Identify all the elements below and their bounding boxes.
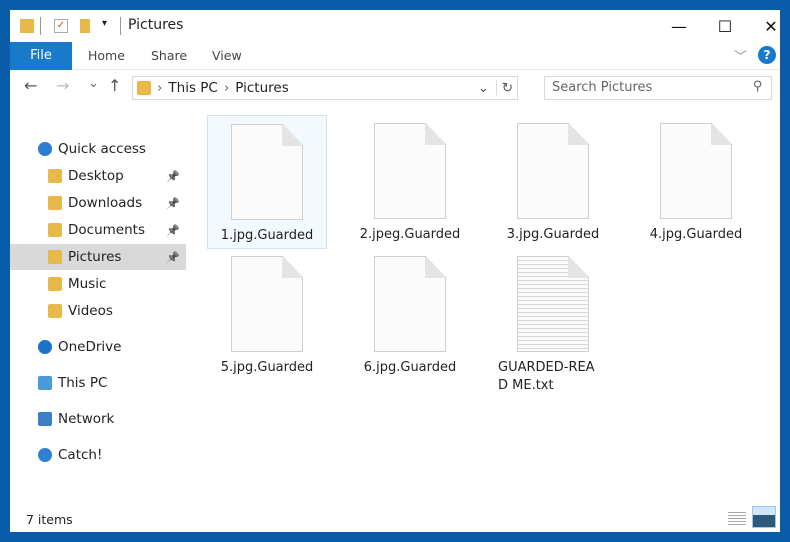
tab-share[interactable]: Share	[137, 42, 201, 70]
sidebar-item-videos[interactable]: Videos	[10, 298, 186, 324]
search-input[interactable]: Search Pictures ⚲	[544, 76, 772, 100]
computer-icon	[38, 376, 52, 390]
file-item[interactable]: 6.jpg.Guarded	[350, 248, 470, 382]
sidebar-item-pictures[interactable]: Pictures 📌	[10, 244, 186, 270]
sidebar-item-onedrive[interactable]: OneDrive	[10, 334, 186, 360]
pin-icon[interactable]: 📌	[166, 224, 180, 237]
sidebar-item-label: Documents	[68, 222, 145, 238]
sidebar-item-label: Desktop	[68, 168, 124, 184]
search-icon[interactable]: ⚲	[753, 79, 763, 94]
address-bar[interactable]: › This PC › Pictures ⌄ ↻	[132, 76, 518, 100]
pictures-folder-icon	[137, 81, 151, 95]
pin-icon[interactable]: 📌	[166, 170, 180, 183]
sidebar-item-music[interactable]: Music	[10, 271, 186, 297]
sidebar-item-label: Network	[58, 411, 115, 427]
refresh-icon[interactable]: ↻	[495, 80, 513, 96]
breadcrumb-this-pc[interactable]: This PC	[168, 80, 217, 96]
divider	[120, 17, 121, 35]
help-icon[interactable]: ?	[758, 46, 776, 64]
sidebar-item-downloads[interactable]: Downloads 📌	[10, 190, 186, 216]
sidebar-item-label: This PC	[58, 375, 108, 391]
sidebar-item-quick-access[interactable]: Quick access	[10, 136, 186, 162]
status-item-count: 7 items	[26, 512, 73, 527]
properties-icon[interactable]: ✓	[54, 19, 68, 33]
breadcrumb-separator: ›	[223, 80, 230, 96]
file-item[interactable]: 3.jpg.Guarded	[493, 115, 613, 249]
large-icons-view-button[interactable]	[752, 506, 776, 528]
sidebar-item-label: Quick access	[58, 141, 146, 157]
sidebar-item-label: Pictures	[68, 249, 122, 265]
minimize-button[interactable]: —	[656, 10, 702, 42]
sidebar-item-documents[interactable]: Documents 📌	[10, 217, 186, 243]
address-dropdown-icon[interactable]: ⌄	[478, 80, 489, 96]
forward-button[interactable]: →	[56, 76, 69, 102]
file-name: GUARDED-READ ME.txt	[498, 360, 595, 393]
file-name: 5.jpg.Guarded	[220, 360, 314, 375]
file-item[interactable]: 2.jpeg.Guarded	[350, 115, 470, 249]
sidebar-item-label: OneDrive	[58, 339, 122, 355]
tab-home[interactable]: Home	[74, 42, 139, 70]
breadcrumb-pictures[interactable]: Pictures	[235, 80, 288, 96]
close-button[interactable]: ✕	[748, 10, 790, 42]
folder-icon	[48, 196, 62, 210]
text-file-icon	[517, 256, 589, 352]
folder-icon	[48, 169, 62, 183]
sidebar-item-label: Downloads	[68, 195, 143, 211]
title-bar: ✓ ▾ Pictures — ☐ ✕	[10, 10, 780, 42]
file-name: 1.jpg.Guarded	[220, 228, 314, 243]
folder-icon	[48, 250, 62, 264]
file-icon	[374, 123, 446, 219]
breadcrumb-separator: ›	[157, 80, 163, 96]
file-name: 4.jpg.Guarded	[649, 227, 743, 242]
maximize-button[interactable]: ☐	[702, 10, 748, 42]
file-icon	[660, 123, 732, 219]
network-icon	[38, 412, 52, 426]
pin-icon[interactable]: 📌	[166, 197, 180, 210]
recent-locations-button[interactable]: ⌄	[88, 76, 99, 102]
sidebar-item-catch[interactable]: Catch!	[10, 442, 186, 468]
sidebar-item-label: Catch!	[58, 447, 103, 463]
file-list: 1.jpg.Guarded 2.jpeg.Guarded 3.jpg.Guarded…	[190, 110, 780, 510]
file-icon	[517, 123, 589, 219]
folder-icon	[20, 19, 34, 33]
file-item[interactable]: 5.jpg.Guarded	[207, 248, 327, 382]
file-item[interactable]: 4.jpg.Guarded	[636, 115, 756, 249]
file-icon	[231, 124, 303, 220]
explorer-window: ✓ ▾ Pictures — ☐ ✕ File Home Share View …	[10, 10, 780, 532]
back-button[interactable]: ←	[24, 76, 37, 102]
sidebar-item-desktop[interactable]: Desktop 📌	[10, 163, 186, 189]
catch-icon	[38, 448, 52, 462]
new-folder-icon[interactable]	[80, 19, 90, 33]
file-icon	[231, 256, 303, 352]
expand-ribbon-icon[interactable]: ﹀	[734, 46, 747, 65]
tab-file[interactable]: File	[10, 42, 72, 70]
sidebar-item-label: Videos	[68, 303, 113, 319]
folder-icon	[48, 304, 62, 318]
sidebar-item-this-pc[interactable]: This PC	[10, 370, 186, 396]
file-name: 3.jpg.Guarded	[506, 227, 600, 242]
up-button[interactable]: ↑	[108, 76, 121, 102]
ribbon-tabs: File Home Share View ﹀ ?	[10, 42, 780, 70]
sidebar-item-label: Music	[68, 276, 107, 292]
sidebar-item-network[interactable]: Network	[10, 406, 186, 432]
customize-quick-access-icon[interactable]: ▾	[102, 18, 107, 29]
window-title: Pictures	[128, 17, 184, 33]
details-view-button[interactable]	[728, 510, 746, 526]
folder-icon	[48, 277, 62, 291]
file-name: 6.jpg.Guarded	[363, 360, 457, 375]
star-icon	[38, 142, 52, 156]
divider	[40, 17, 41, 35]
cloud-icon	[38, 340, 52, 354]
search-placeholder: Search Pictures	[552, 80, 653, 95]
file-item[interactable]: GUARDED-READ ME.txt	[493, 248, 613, 393]
file-item[interactable]: 1.jpg.Guarded	[207, 115, 327, 249]
file-icon	[374, 256, 446, 352]
file-name: 2.jpeg.Guarded	[359, 227, 461, 242]
folder-icon	[48, 223, 62, 237]
tab-view[interactable]: View	[198, 42, 256, 70]
navigation-pane: Quick access Desktop 📌 Downloads 📌 Documents 📌…	[10, 110, 188, 510]
pin-icon[interactable]: 📌	[166, 251, 180, 264]
